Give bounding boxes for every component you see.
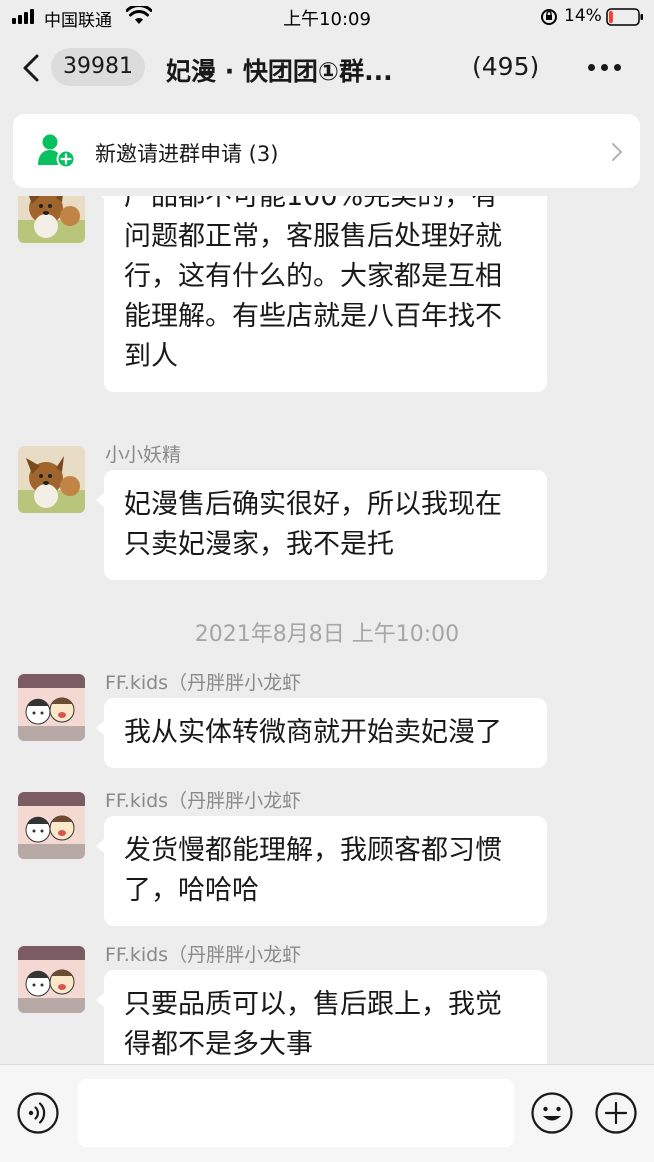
message-line: 能理解。有些店就是八百年找不 xyxy=(124,301,502,332)
chat-header: 39981 妃漫 · 快团团①群... (495) xyxy=(0,34,654,102)
status-bar: 中国联通 上午10:09 14% xyxy=(0,0,654,34)
plus-icon[interactable] xyxy=(594,1091,638,1135)
battery-percent: 14% xyxy=(564,6,602,26)
sender-name: FF.kids（丹胖胖小龙虾 xyxy=(105,672,302,694)
sender-name: 小小妖精 xyxy=(105,444,182,466)
group-title: 妃漫 · 快团团①群... xyxy=(166,57,393,86)
voice-icon[interactable] xyxy=(16,1091,60,1135)
invite-requests-text: 新邀请进群申请 (3) xyxy=(95,142,279,166)
message-line: 只要品质可以，售后跟上，我觉 xyxy=(124,989,502,1020)
message-line: 问题都正常，客服售后处理好就 xyxy=(124,221,502,252)
message-line: 发货慢都能理解，我顾客都习惯 xyxy=(124,835,502,866)
message-bubble[interactable]: 妃漫售后确实很好，所以我现在 只卖妃漫家，我不是托 xyxy=(96,470,547,580)
orientation-lock-icon xyxy=(541,9,557,25)
back-chevron-icon[interactable] xyxy=(20,52,44,84)
message-bubble[interactable]: 产品都不可能100%完美的，有 问题都正常，客服售后处理好就 行，这有什么的。大… xyxy=(96,196,547,392)
member-count: (495) xyxy=(472,52,540,81)
chevron-right-icon xyxy=(612,143,622,161)
message-list[interactable]: 产品都不可能100%完美的，有 问题都正常，客服售后处理好就 行，这有什么的。大… xyxy=(0,196,654,1064)
message-bubble[interactable]: 只要品质可以，售后跟上，我觉 得都不是多大事 xyxy=(96,970,547,1064)
message-bubble[interactable]: 我从实体转微商就开始卖妃漫了 xyxy=(96,698,547,768)
input-bar xyxy=(0,1064,654,1162)
message-timestamp: 2021年8月8日 上午10:00 xyxy=(194,622,460,647)
message-bubble[interactable]: 发货慢都能理解，我顾客都习惯 了，哈哈哈 xyxy=(96,816,547,926)
message-line: 只卖妃漫家，我不是托 xyxy=(124,529,394,560)
message-line: 妃漫售后确实很好，所以我现在 xyxy=(124,489,502,520)
invite-requests-banner[interactable]: 新邀请进群申请 (3) xyxy=(13,114,640,188)
cartoon-kids-avatar[interactable] xyxy=(18,792,85,859)
message-line: 产品都不可能100%完美的，有 xyxy=(124,196,499,212)
cartoon-kids-avatar[interactable] xyxy=(18,674,85,741)
sender-name: FF.kids（丹胖胖小龙虾 xyxy=(105,944,302,966)
message-line: 了，哈哈哈 xyxy=(124,875,259,906)
message-line: 得都不是多大事 xyxy=(124,1029,313,1060)
message-input[interactable] xyxy=(78,1079,514,1147)
sender-name: FF.kids（丹胖胖小龙虾 xyxy=(105,790,302,812)
add-member-icon xyxy=(38,134,75,169)
collie-dog-avatar[interactable] xyxy=(18,446,85,513)
emoji-icon[interactable] xyxy=(530,1091,574,1135)
message-line: 到人 xyxy=(124,341,178,372)
cartoon-kids-avatar[interactable] xyxy=(18,946,85,1013)
battery-icon xyxy=(606,8,643,26)
message-line: 我从实体转微商就开始卖妃漫了 xyxy=(124,717,502,748)
unread-count-badge[interactable]: 39981 xyxy=(51,48,145,86)
message-line: 行，这有什么的。大家都是互相 xyxy=(124,261,502,292)
more-dots-icon[interactable] xyxy=(588,64,621,71)
collie-dog-avatar[interactable] xyxy=(18,196,85,243)
